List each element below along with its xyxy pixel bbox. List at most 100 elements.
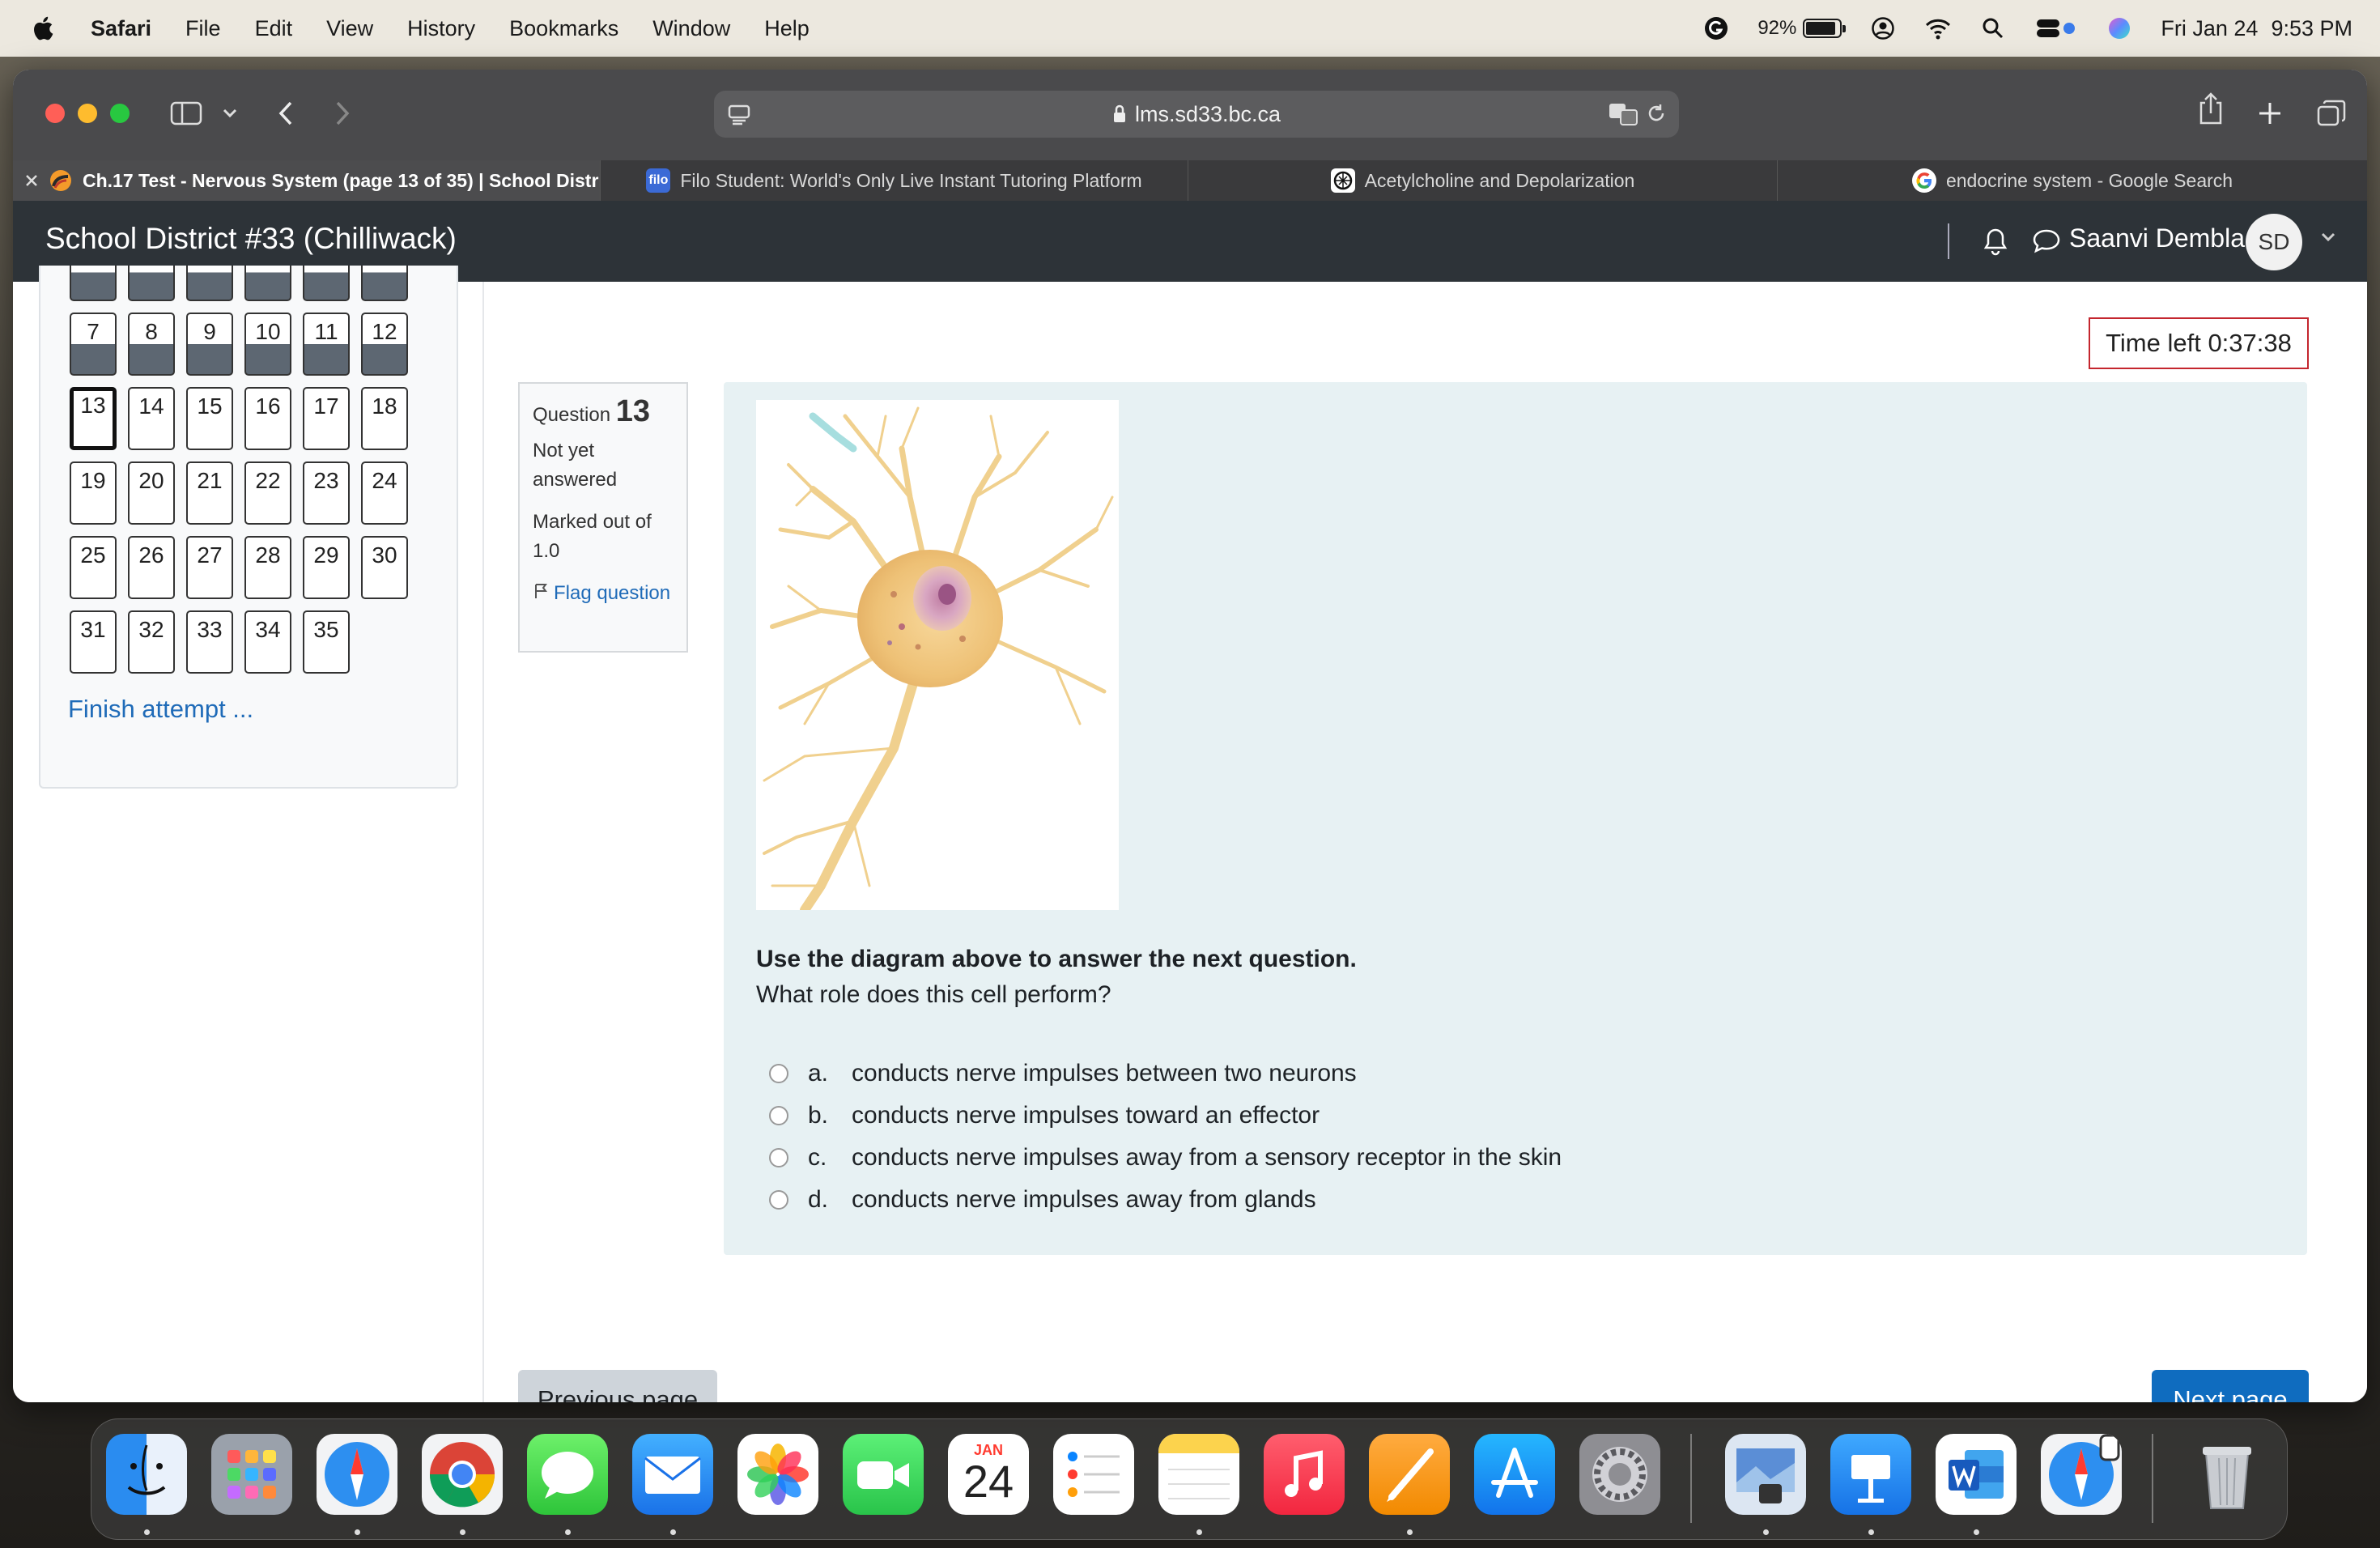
quiz-nav-button-20[interactable]: 20 [128, 461, 175, 525]
mail-icon[interactable] [632, 1434, 713, 1515]
share-icon[interactable] [2197, 92, 2225, 125]
apple-logo-icon[interactable] [31, 15, 58, 42]
quiz-nav-button-2[interactable] [128, 266, 175, 301]
quiz-nav-button-25[interactable]: 25 [70, 536, 117, 599]
quiz-nav-button-32[interactable]: 32 [128, 610, 175, 674]
quiz-nav-button-26[interactable]: 26 [128, 536, 175, 599]
finish-attempt-link[interactable]: Finish attempt ... [68, 695, 253, 724]
quiz-nav-button-30[interactable]: 30 [361, 536, 408, 599]
answer-option-a[interactable]: a. conducts nerve impulses between two n… [769, 1057, 1357, 1090]
quiz-nav-button-16[interactable]: 16 [244, 387, 291, 450]
minimize-window-button[interactable] [78, 104, 97, 123]
close-tab-icon[interactable] [24, 173, 39, 188]
quiz-nav-button-11[interactable]: 11 [303, 313, 350, 376]
tab-filo[interactable]: filo Filo Student: World's Only Live Ins… [601, 160, 1188, 201]
keynote-icon[interactable] [1830, 1434, 1911, 1515]
quiz-nav-button-7[interactable]: 7 [70, 313, 117, 376]
menubar-time[interactable]: 9:53 PM [2271, 16, 2352, 41]
app-store-icon[interactable] [1474, 1434, 1555, 1515]
grammarly-icon[interactable] [1702, 15, 1730, 42]
quiz-nav-button-33[interactable]: 33 [186, 610, 233, 674]
wifi-icon[interactable] [1924, 15, 1952, 42]
quiz-nav-button-9[interactable]: 9 [186, 313, 233, 376]
radio-button-d[interactable] [769, 1190, 788, 1210]
preview-icon[interactable] [1725, 1434, 1806, 1515]
quiz-nav-button-4[interactable] [244, 266, 291, 301]
flag-question-link[interactable]: Flag question [533, 579, 674, 609]
quiz-nav-button-6[interactable] [361, 266, 408, 301]
reload-icon[interactable] [1645, 102, 1668, 130]
quiz-nav-button-35[interactable]: 35 [303, 610, 350, 674]
sidebar-toggle-icon[interactable] [170, 99, 202, 128]
forward-button-icon[interactable] [334, 99, 351, 128]
avatar[interactable]: SD [2246, 214, 2302, 270]
quiz-nav-button-14[interactable]: 14 [128, 387, 175, 450]
tab-acetylcholine[interactable]: Acetylcholine and Depolarization [1188, 160, 1778, 201]
menu-view[interactable]: View [326, 16, 373, 41]
reminders-icon[interactable] [1053, 1434, 1134, 1515]
tab-overview-icon[interactable] [2317, 99, 2346, 128]
music-icon[interactable] [1264, 1434, 1345, 1515]
answer-option-c[interactable]: c. conducts nerve impulses away from a s… [769, 1142, 1562, 1174]
quiz-nav-button-29[interactable]: 29 [303, 536, 350, 599]
address-bar[interactable]: lms.sd33.bc.ca [714, 91, 1679, 138]
safari-web-app-icon[interactable] [2041, 1434, 2122, 1515]
menu-help[interactable]: Help [764, 16, 810, 41]
back-button-icon[interactable] [277, 99, 295, 128]
facetime-icon[interactable] [843, 1434, 924, 1515]
previous-page-button[interactable]: Previous page [518, 1370, 717, 1402]
chevron-down-icon[interactable] [222, 99, 238, 128]
notes-icon[interactable] [1158, 1434, 1239, 1515]
safari-app-icon[interactable] [317, 1434, 397, 1515]
menu-history[interactable]: History [407, 16, 475, 41]
launchpad-icon[interactable] [211, 1434, 292, 1515]
page-menu-icon[interactable] [727, 102, 751, 132]
quiz-nav-button-13-current[interactable]: 13 [70, 387, 117, 450]
next-page-button[interactable]: Next page [2152, 1370, 2309, 1402]
menu-bookmarks[interactable]: Bookmarks [509, 16, 618, 41]
quiz-nav-button-23[interactable]: 23 [303, 461, 350, 525]
radio-button-b[interactable] [769, 1106, 788, 1125]
quiz-nav-button-28[interactable]: 28 [244, 536, 291, 599]
battery-indicator[interactable]: 92% [1757, 17, 1847, 40]
quiz-nav-button-22[interactable]: 22 [244, 461, 291, 525]
chrome-icon[interactable] [422, 1434, 503, 1515]
zoom-window-button[interactable] [110, 104, 130, 123]
notifications-bell-icon[interactable] [1982, 227, 2011, 256]
menubar-date[interactable]: Fri Jan 24 [2161, 16, 2258, 41]
quiz-nav-button-15[interactable]: 15 [186, 387, 233, 450]
quiz-nav-button-27[interactable]: 27 [186, 536, 233, 599]
user-menu-chevron-down-icon[interactable] [2320, 232, 2336, 247]
calendar-icon[interactable]: JAN 24 [948, 1434, 1029, 1515]
system-settings-icon[interactable] [1579, 1434, 1660, 1515]
photos-icon[interactable] [737, 1434, 818, 1515]
spotlight-search-icon[interactable] [1979, 15, 2007, 42]
quiz-nav-button-24[interactable]: 24 [361, 461, 408, 525]
answer-option-b[interactable]: b. conducts nerve impulses toward an eff… [769, 1099, 1320, 1132]
close-window-button[interactable] [45, 104, 65, 123]
answer-option-d[interactable]: d. conducts nerve impulses away from gla… [769, 1184, 1316, 1216]
quiz-nav-button-31[interactable]: 31 [70, 610, 117, 674]
menu-window[interactable]: Window [652, 16, 730, 41]
trash-icon[interactable] [2187, 1434, 2267, 1515]
menu-app-safari[interactable]: Safari [91, 16, 151, 41]
menu-edit[interactable]: Edit [255, 16, 293, 41]
quiz-nav-button-18[interactable]: 18 [361, 387, 408, 450]
quiz-nav-button-34[interactable]: 34 [244, 610, 291, 674]
messages-chat-icon[interactable] [2032, 227, 2061, 256]
microsoft-word-icon[interactable] [1936, 1434, 2017, 1515]
pages-icon[interactable] [1369, 1434, 1450, 1515]
messages-icon[interactable] [527, 1434, 608, 1515]
site-name[interactable]: School District #33 (Chilliwack) [45, 222, 457, 256]
quiz-nav-button-3[interactable] [186, 266, 233, 301]
finder-icon[interactable] [106, 1434, 187, 1515]
quiz-nav-button-21[interactable]: 21 [186, 461, 233, 525]
quiz-nav-button-19[interactable]: 19 [70, 461, 117, 525]
quiz-nav-button-8[interactable]: 8 [128, 313, 175, 376]
url-text[interactable]: lms.sd33.bc.ca [1135, 102, 1281, 127]
quiz-nav-button-12[interactable]: 12 [361, 313, 408, 376]
control-center-icon[interactable] [2034, 15, 2078, 42]
quiz-nav-button-5[interactable] [303, 266, 350, 301]
user-name[interactable]: Saanvi Dembla [2069, 223, 2245, 253]
user-account-icon[interactable] [1869, 15, 1897, 42]
